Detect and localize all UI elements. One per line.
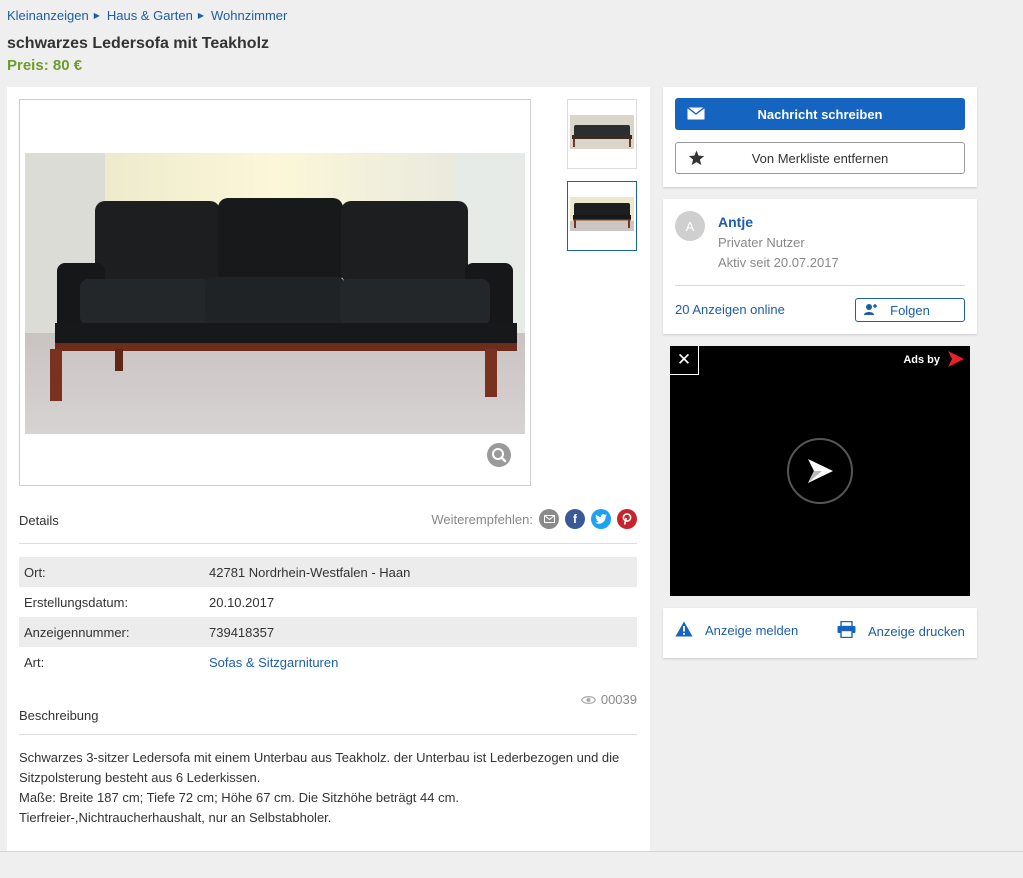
- twitter-icon[interactable]: [591, 509, 611, 529]
- report-ad-link[interactable]: Anzeige melden: [675, 621, 798, 640]
- thumbnail-1[interactable]: [567, 99, 637, 169]
- attribute-key: Ort:: [24, 564, 46, 580]
- breadcrumb-separator-icon: ▶: [197, 11, 204, 20]
- report-ad-label: Anzeige melden: [705, 623, 799, 638]
- print-ad-label: Anzeige drucken: [868, 623, 965, 639]
- attribute-row-location: Ort: 42781 Nordrhein-Westfalen - Haan: [19, 557, 637, 587]
- star-icon: [688, 150, 705, 169]
- remove-watchlist-button[interactable]: Von Merkliste entfernen: [675, 142, 965, 174]
- thumbnail-image: [570, 197, 634, 231]
- description-line: Tierfreier-,Nichtraucherhaushalt, nur an…: [19, 810, 332, 825]
- sofa-photo: [25, 153, 525, 434]
- category-link[interactable]: Sofas & Sitzgarnituren: [209, 655, 338, 670]
- follow-button[interactable]: Folgen: [855, 298, 965, 322]
- facebook-icon[interactable]: f: [565, 509, 585, 529]
- attribute-row-ad-number: Anzeigennummer: 739418357: [19, 617, 637, 647]
- breadcrumb-link-wohnzimmer[interactable]: Wohnzimmer: [211, 8, 287, 23]
- listing-main-panel: Details Weiterempfehlen: f Ort: 42781 No…: [7, 87, 650, 867]
- footer-bar: [0, 851, 1023, 878]
- description-line: Maße: Breite 187 cm; Tiefe 72 cm; Höhe 6…: [19, 790, 460, 805]
- attribute-table: Ort: 42781 Nordrhein-Westfalen - Haan Er…: [19, 557, 637, 677]
- price: Preis: 80 €: [7, 57, 83, 74]
- zoom-icon[interactable]: [487, 443, 511, 467]
- pinterest-icon[interactable]: [617, 509, 637, 529]
- breadcrumb-link-kleinanzeigen[interactable]: Kleinanzeigen: [7, 8, 89, 23]
- share-label: Weiterempfehlen:: [431, 511, 533, 527]
- main-image[interactable]: [19, 99, 531, 486]
- envelope-icon: [687, 106, 705, 123]
- print-ad-link[interactable]: Anzeige drucken: [837, 620, 965, 641]
- attribute-key: Anzeigennummer:: [24, 624, 130, 640]
- report-card: Anzeige melden Anzeige drucken: [663, 608, 977, 658]
- view-count: 00039: [600, 692, 637, 707]
- description-line: Sitzpolsterung besteht aus 6 Lederkissen…: [19, 770, 261, 785]
- attribute-value: 42781 Nordrhein-Westfalen - Haan: [209, 564, 411, 580]
- seller-active-since: Aktiv seit 20.07.2017: [718, 255, 839, 270]
- video-ad[interactable]: ✕ Ads by: [670, 346, 970, 596]
- details-header: Details Weiterempfehlen: f: [19, 509, 637, 529]
- thumbnail-2[interactable]: [567, 181, 637, 251]
- seller-name[interactable]: Antje: [718, 214, 753, 230]
- attribute-row-type: Art: Sofas & Sitzgarnituren: [19, 647, 637, 677]
- share-bar: Weiterempfehlen: f: [431, 509, 637, 529]
- ads-by-label: Ads by: [903, 354, 940, 366]
- remove-watchlist-label: Von Merkliste entfernen: [751, 150, 889, 166]
- attribute-value: 20.10.2017: [209, 594, 275, 610]
- send-message-label: Nachricht schreiben: [757, 106, 883, 122]
- description-line: Schwarzes 3-sitzer Ledersofa mit einem U…: [19, 750, 620, 765]
- description-heading: Beschreibung: [19, 708, 99, 723]
- details-heading: Details: [19, 513, 59, 528]
- breadcrumb-link-haus-garten[interactable]: Haus & Garten: [107, 8, 193, 23]
- attribute-value: 739418357: [209, 624, 275, 640]
- avatar: A: [675, 211, 705, 241]
- seller-ads-link[interactable]: 20 Anzeigen online: [675, 302, 785, 317]
- description-text: Schwarzes 3-sitzer Ledersofa mit einem U…: [19, 748, 637, 828]
- follow-label: Folgen: [890, 302, 930, 318]
- warning-icon: [675, 621, 693, 640]
- ad-provider-logo-icon: [947, 350, 965, 371]
- attribute-key: Erstellungsdatum:: [24, 594, 129, 610]
- close-icon[interactable]: ✕: [670, 346, 699, 375]
- email-icon[interactable]: [539, 509, 559, 529]
- contact-card: Nachricht schreiben Von Merkliste entfer…: [663, 87, 977, 187]
- send-message-button[interactable]: Nachricht schreiben: [675, 98, 965, 130]
- breadcrumb: Kleinanzeigen ▶ Haus & Garten ▶ Wohnzimm…: [7, 8, 287, 23]
- seller-card: A Antje Privater Nutzer Aktiv seit 20.07…: [663, 199, 977, 334]
- divider: [19, 543, 637, 544]
- eye-icon: [580, 695, 596, 705]
- play-icon[interactable]: [787, 438, 853, 504]
- printer-icon: [837, 620, 856, 641]
- breadcrumb-separator-icon: ▶: [93, 11, 100, 20]
- attribute-key: Art:: [24, 654, 45, 670]
- thumbnail-image: [570, 115, 634, 149]
- seller-type: Privater Nutzer: [718, 235, 805, 250]
- divider: [675, 285, 965, 286]
- view-counter: 00039: [580, 692, 637, 707]
- divider: [19, 734, 637, 735]
- add-user-icon: [864, 303, 878, 319]
- page-title: schwarzes Ledersofa mit Teakholz: [7, 35, 270, 52]
- attribute-row-date: Erstellungsdatum: 20.10.2017: [19, 587, 637, 617]
